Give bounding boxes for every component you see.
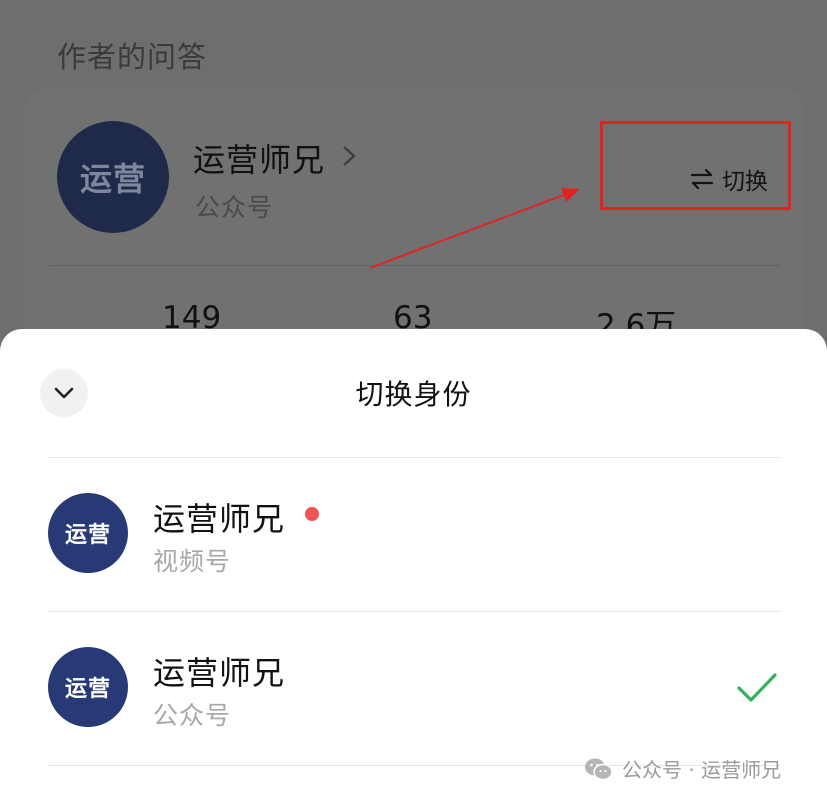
account-name: 运营师兄 — [153, 654, 286, 692]
author-name: 运营师兄 — [193, 141, 326, 179]
author-avatar: 运营 — [57, 121, 169, 233]
wechat-icon — [585, 758, 613, 780]
card-divider — [50, 265, 780, 266]
account-avatar: 运营 — [48, 647, 128, 727]
section-title: 作者的问答 — [57, 40, 208, 74]
author-account-type: 公众号 — [195, 193, 274, 222]
check-icon — [737, 673, 777, 702]
sheet-title: 切换身份 — [355, 378, 472, 411]
account-row-official[interactable]: 运营 运营师兄 公众号 — [0, 612, 827, 766]
account-name: 运营师兄 — [153, 500, 286, 538]
account-avatar: 运营 — [48, 493, 128, 573]
account-type: 公众号 — [153, 701, 232, 730]
watermark-text: 公众号 · 运营师兄 — [622, 758, 782, 782]
switch-identity-sheet: 切换身份 运营 运营师兄 视频号 运营 运营师兄 公众号 — [0, 329, 827, 801]
notification-dot — [305, 507, 319, 521]
chevron-right-icon — [343, 146, 356, 166]
account-row-channels[interactable]: 运营 运营师兄 视频号 — [0, 458, 827, 612]
account-type: 视频号 — [153, 547, 232, 576]
watermark: 公众号 · 运营师兄 — [584, 754, 781, 783]
annotation-highlight-box — [600, 121, 791, 210]
